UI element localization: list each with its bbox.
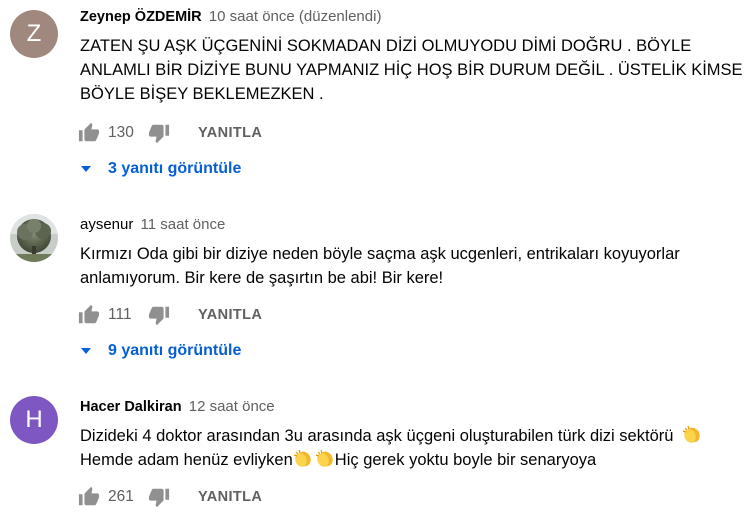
comment-line-text: Hemde adam henüz evliyken	[80, 451, 293, 469]
comment-timestamp[interactable]: 11 saat önce	[141, 216, 226, 233]
comment-text: ZATEN ŞU AŞK ÜÇGENİNİ SOKMADAN DİZİ OLMU…	[80, 34, 743, 106]
comment-text: Dizideki 4 doktor arasından 3u arasında …	[80, 424, 742, 472]
author-name[interactable]: aysenur	[80, 216, 133, 233]
avatar[interactable]: Z	[10, 10, 58, 58]
reply-button[interactable]: YANITLA	[198, 489, 262, 505]
avatar-photo	[10, 214, 58, 262]
avatar[interactable]: H	[10, 396, 58, 444]
comment-line: Kırmızı Oda gibi bir diziye neden böyle …	[80, 245, 680, 263]
comment-line: anlamıyorum. Bir kere de şaşırtın be abi…	[80, 269, 444, 287]
view-replies-label: 3 yanıtı görüntüle	[108, 160, 242, 177]
thumbs-up-icon[interactable]	[78, 304, 100, 326]
comment-line-text: Dizideki 4 doktor arasından 3u arasında …	[80, 427, 674, 445]
view-replies-button[interactable]: 9 yanıtı görüntüle	[80, 339, 241, 363]
comment-header: aysenur 11 saat önce	[80, 216, 225, 234]
like-count: 111	[108, 306, 132, 323]
comment-line-text: Hiç gerek yoktu boyle bir senaryoya	[334, 451, 597, 469]
caret-down-icon	[81, 166, 91, 172]
author-name[interactable]: Zeynep ÖZDEMİR	[80, 9, 202, 25]
avatar-letter: H	[25, 406, 43, 433]
thumbs-down-icon[interactable]	[148, 486, 170, 508]
caret-down-icon	[81, 348, 91, 354]
comment-line: Dizideki 4 doktor arasından 3u arasında …	[80, 424, 742, 448]
reply-button[interactable]: YANITLA	[198, 125, 262, 141]
clapping-hands-icon	[315, 449, 333, 467]
comment-timestamp[interactable]: 10 saat önce (düzenlendi)	[209, 8, 382, 25]
comment-line: Hemde adam henüz evliyken Hiç gerek yokt…	[80, 448, 742, 472]
comment-header: Hacer Dalkiran 12 saat önce	[80, 398, 275, 416]
like-count: 130	[108, 124, 134, 141]
clapping-hands-icon	[293, 449, 311, 467]
comment-text: Kırmızı Oda gibi bir diziye neden böyle …	[80, 242, 742, 290]
thumbs-up-icon[interactable]	[78, 486, 100, 508]
reply-button[interactable]: YANITLA	[198, 307, 262, 323]
like-count: 261	[108, 488, 134, 505]
avatar-letter: Z	[26, 20, 42, 47]
view-replies-label: 9 yanıtı görüntüle	[108, 342, 242, 359]
comment-line: BÖYLE BİŞEY BEKLEMEZKEN .	[80, 85, 324, 103]
author-name[interactable]: Hacer Dalkiran	[80, 399, 182, 415]
view-replies-button[interactable]: 3 yanıtı görüntüle	[80, 157, 241, 181]
clapping-hands-icon	[682, 425, 700, 443]
comment-line: ZATEN ŞU AŞK ÜÇGENİNİ SOKMADAN DİZİ OLMU…	[80, 37, 692, 55]
comment-line: ANLAMLI BİR DİZİYE BUNU YAPMANIZ HİÇ HOŞ…	[80, 61, 743, 79]
comment-timestamp[interactable]: 12 saat önce	[189, 398, 275, 415]
avatar[interactable]	[10, 214, 58, 262]
comment-header: Zeynep ÖZDEMİR 10 saat önce (düzenlendi)	[80, 8, 381, 26]
thumbs-down-icon[interactable]	[148, 122, 170, 144]
thumbs-down-icon[interactable]	[148, 304, 170, 326]
comment-actions: 111 YANITLA	[78, 303, 262, 327]
comment-actions: 261 YANITLA	[78, 485, 262, 509]
thumbs-up-icon[interactable]	[78, 122, 100, 144]
comment-actions: 130 YANITLA	[78, 121, 262, 145]
